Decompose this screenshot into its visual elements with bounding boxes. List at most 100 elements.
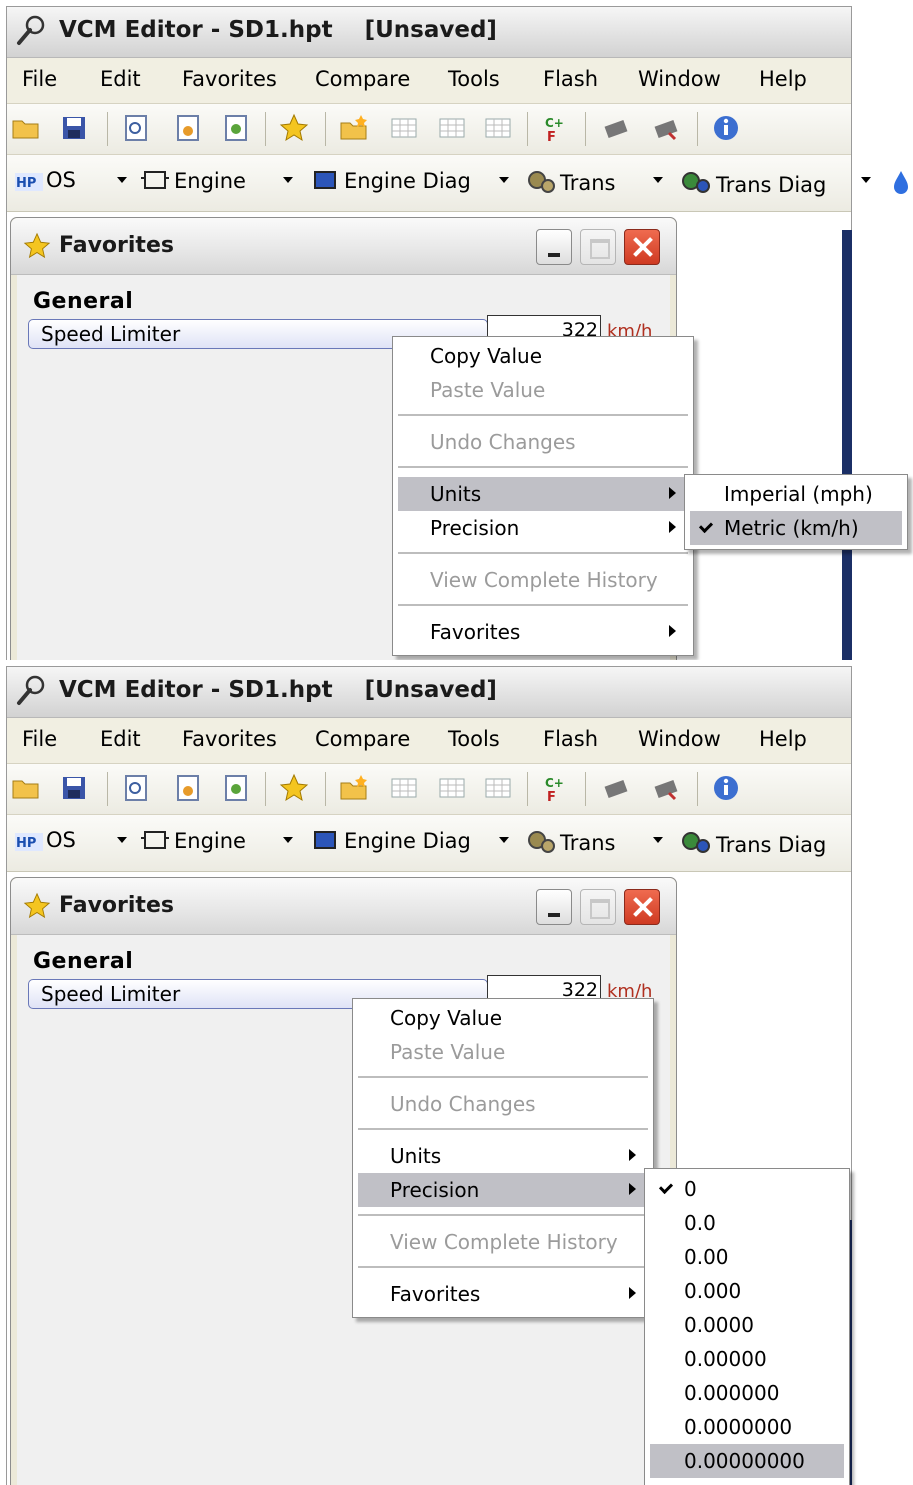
menu-item-metric[interactable]: Metric (km/h) bbox=[690, 511, 902, 545]
menu-edit[interactable]: Edit bbox=[100, 727, 141, 751]
fuel-drop-icon[interactable] bbox=[891, 169, 911, 195]
info-icon[interactable] bbox=[711, 113, 741, 143]
module-engine-diag-button[interactable]: Engine Diag bbox=[309, 168, 471, 193]
menu-edit[interactable]: Edit bbox=[100, 67, 141, 91]
precision-option[interactable]: 0 bbox=[650, 1172, 844, 1206]
precision-option[interactable]: 0.0 bbox=[650, 1206, 844, 1240]
document-a-icon[interactable] bbox=[173, 773, 203, 803]
menu-item-precision[interactable]: Precision bbox=[398, 511, 688, 545]
module-trans-button[interactable]: Trans bbox=[525, 168, 616, 195]
favorites-title-bar[interactable]: Favorites bbox=[11, 218, 676, 275]
save-icon[interactable] bbox=[59, 773, 89, 803]
menu-item-copy-value[interactable]: Copy Value bbox=[398, 339, 688, 373]
chevron-down-icon[interactable] bbox=[861, 177, 871, 183]
copy-value-label: Copy Value bbox=[430, 344, 543, 368]
chevron-down-icon[interactable] bbox=[499, 837, 509, 843]
document-search-icon[interactable] bbox=[121, 113, 151, 143]
chip-read-icon[interactable] bbox=[601, 113, 631, 143]
svg-text:C+: C+ bbox=[545, 116, 564, 130]
module-os-button[interactable]: HP OS bbox=[15, 828, 76, 852]
document-b-icon[interactable] bbox=[221, 113, 251, 143]
title-bar[interactable]: VCM Editor - SD1.hpt [Unsaved] bbox=[7, 667, 851, 718]
precision-option[interactable]: 0.0000000 bbox=[650, 1410, 844, 1444]
module-trans-label: Trans bbox=[560, 831, 616, 855]
module-engine-button[interactable]: Engine bbox=[139, 828, 246, 853]
menu-compare[interactable]: Compare bbox=[315, 727, 410, 751]
menu-file[interactable]: File bbox=[22, 67, 57, 91]
precision-option[interactable]: 0.000000 bbox=[650, 1376, 844, 1410]
menu-item-favorites[interactable]: Favorites bbox=[398, 615, 688, 649]
menu-item-paste-value: Paste Value bbox=[398, 373, 688, 407]
favorites-title-bar[interactable]: Favorites bbox=[11, 878, 676, 935]
chevron-down-icon[interactable] bbox=[653, 177, 663, 183]
folder-new-icon[interactable] bbox=[339, 773, 369, 803]
chevron-down-icon[interactable] bbox=[283, 837, 293, 843]
open-folder-icon[interactable] bbox=[11, 113, 41, 143]
star-icon[interactable] bbox=[279, 773, 309, 803]
module-os-button[interactable]: HP OS bbox=[15, 168, 76, 192]
chevron-down-icon[interactable] bbox=[117, 177, 127, 183]
menu-bar: File Edit Favorites Compare Tools Flash … bbox=[7, 58, 851, 104]
document-a-icon[interactable] bbox=[173, 113, 203, 143]
folder-new-icon[interactable] bbox=[339, 113, 369, 143]
module-trans-diag-button[interactable]: Trans Diag bbox=[679, 168, 826, 197]
menu-item-units[interactable]: Units bbox=[398, 477, 688, 511]
menu-tools[interactable]: Tools bbox=[448, 67, 500, 91]
precision-option[interactable]: 0.000 bbox=[650, 1274, 844, 1308]
chevron-down-icon[interactable] bbox=[117, 837, 127, 843]
precision-option[interactable]: 0.00000 bbox=[650, 1342, 844, 1376]
precision-option[interactable]: 0.0000 bbox=[650, 1308, 844, 1342]
table-a-icon[interactable] bbox=[389, 113, 419, 143]
precision-option-label: 0.00 bbox=[684, 1245, 729, 1269]
module-engine-diag-button[interactable]: Engine Diag bbox=[309, 828, 471, 853]
menu-item-favorites[interactable]: Favorites bbox=[358, 1277, 648, 1311]
title-bar[interactable]: VCM Editor - SD1.hpt [Unsaved] bbox=[7, 7, 851, 58]
menu-flash[interactable]: Flash bbox=[543, 67, 598, 91]
open-folder-icon[interactable] bbox=[11, 773, 41, 803]
menu-favorites[interactable]: Favorites bbox=[182, 727, 277, 751]
star-icon[interactable] bbox=[279, 113, 309, 143]
menu-item-units[interactable]: Units bbox=[358, 1139, 648, 1173]
compare-cf-icon[interactable]: C+F bbox=[541, 773, 571, 803]
minimize-button[interactable] bbox=[536, 229, 572, 265]
menu-compare[interactable]: Compare bbox=[315, 67, 410, 91]
table-b-icon[interactable] bbox=[437, 113, 467, 143]
chevron-down-icon[interactable] bbox=[283, 177, 293, 183]
document-b-icon[interactable] bbox=[221, 773, 251, 803]
compare-cf-icon[interactable]: C+F bbox=[541, 113, 571, 143]
module-trans-button[interactable]: Trans bbox=[525, 828, 616, 855]
menu-flash[interactable]: Flash bbox=[543, 727, 598, 751]
info-icon[interactable] bbox=[711, 773, 741, 803]
menu-item-precision[interactable]: Precision bbox=[358, 1173, 648, 1207]
chevron-down-icon[interactable] bbox=[499, 177, 509, 183]
menu-file[interactable]: File bbox=[22, 727, 57, 751]
module-trans-diag-button[interactable]: Trans Diag bbox=[679, 828, 826, 857]
menu-help[interactable]: Help bbox=[759, 67, 807, 91]
chip-write-icon[interactable] bbox=[651, 773, 681, 803]
module-engine-button[interactable]: Engine bbox=[139, 168, 246, 193]
menu-tools[interactable]: Tools bbox=[448, 727, 500, 751]
module-os-label: OS bbox=[46, 168, 76, 192]
precision-option[interactable]: 0.00000000 bbox=[650, 1444, 844, 1478]
menu-item-copy-value[interactable]: Copy Value bbox=[358, 1001, 648, 1035]
close-button[interactable] bbox=[624, 889, 660, 925]
chevron-down-icon[interactable] bbox=[653, 837, 663, 843]
menu-favorites[interactable]: Favorites bbox=[182, 67, 277, 91]
table-a-icon[interactable] bbox=[389, 773, 419, 803]
precision-option[interactable]: 0.00 bbox=[650, 1240, 844, 1274]
table-c-icon[interactable] bbox=[483, 773, 513, 803]
close-button[interactable] bbox=[624, 229, 660, 265]
maximize-button[interactable] bbox=[580, 889, 616, 925]
menu-window[interactable]: Window bbox=[638, 67, 721, 91]
chip-write-icon[interactable] bbox=[651, 113, 681, 143]
table-c-icon[interactable] bbox=[483, 113, 513, 143]
maximize-button[interactable] bbox=[580, 229, 616, 265]
save-icon[interactable] bbox=[59, 113, 89, 143]
table-b-icon[interactable] bbox=[437, 773, 467, 803]
minimize-button[interactable] bbox=[536, 889, 572, 925]
document-search-icon[interactable] bbox=[121, 773, 151, 803]
menu-item-imperial[interactable]: Imperial (mph) bbox=[690, 477, 902, 511]
menu-help[interactable]: Help bbox=[759, 727, 807, 751]
menu-window[interactable]: Window bbox=[638, 727, 721, 751]
chip-read-icon[interactable] bbox=[601, 773, 631, 803]
